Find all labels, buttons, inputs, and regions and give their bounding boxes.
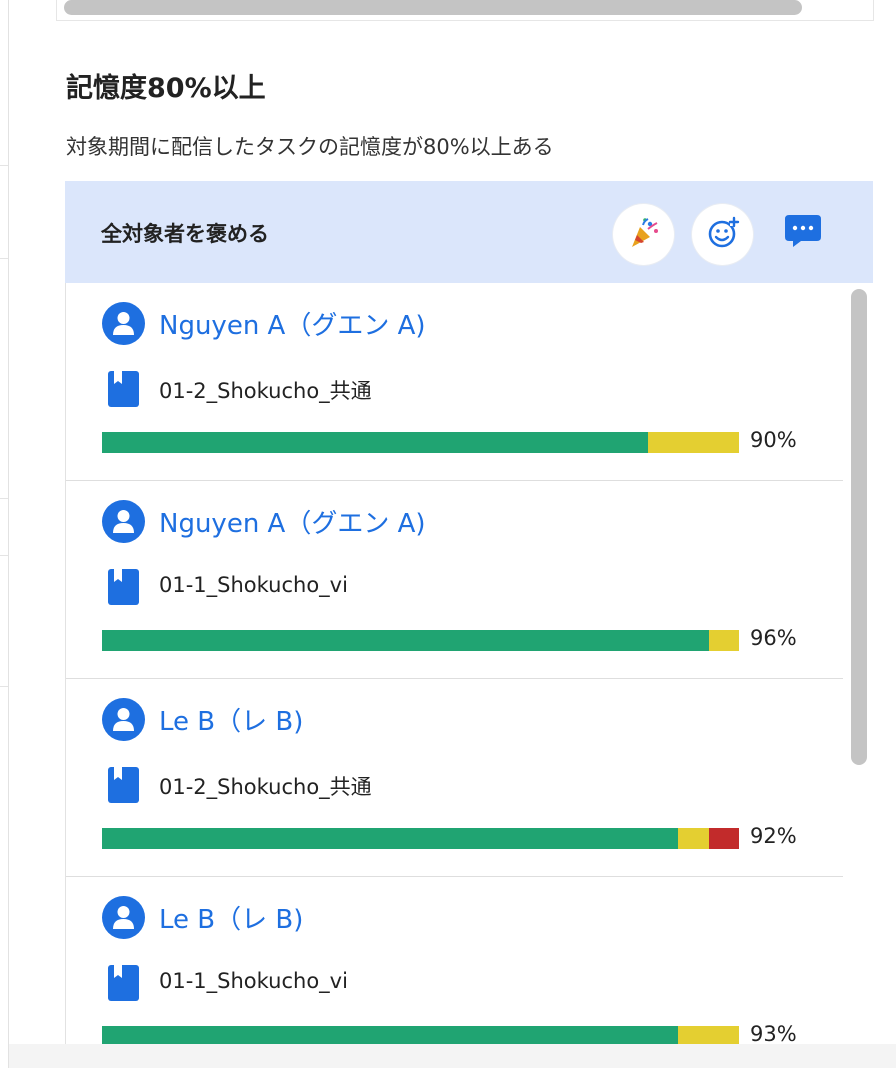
horizontal-scrollbar[interactable] <box>64 0 802 15</box>
book-icon <box>108 965 139 1001</box>
memory-progress-bar <box>102 432 739 453</box>
praise-all-bar: 全対象者を褒める <box>65 181 873 283</box>
memory-progress-bar <box>102 630 739 651</box>
praise-all-label: 全対象者を褒める <box>101 222 269 246</box>
bar-segment-green <box>102 828 679 849</box>
praise-target-list: Nguyen A（グエン A) 01-2_Shokucho_共通 90% Ngu… <box>65 283 845 1044</box>
party-popper-icon <box>626 215 662 255</box>
memory-progress-bar <box>102 1026 739 1044</box>
left-sidebar-edge <box>0 0 9 1068</box>
user-name-link[interactable]: Nguyen A（グエン A) <box>159 305 426 342</box>
user-avatar-icon <box>102 896 145 939</box>
memory-percent: 96% <box>750 626 797 650</box>
user-avatar-icon <box>102 698 145 741</box>
list-item: Nguyen A（グエン A) 01-2_Shokucho_共通 90% <box>66 283 844 481</box>
user-avatar-icon <box>102 302 145 345</box>
section-title: 記憶度80%以上 <box>66 73 266 104</box>
comment-button[interactable] <box>783 214 823 250</box>
party-reaction-button[interactable] <box>613 204 674 265</box>
task-name: 01-2_Shokucho_共通 <box>159 379 372 403</box>
list-item: Le B（レ B) 01-1_Shokucho_vi 93% <box>66 877 844 1044</box>
bar-segment-green <box>102 432 648 453</box>
vertical-scrollbar-track <box>843 283 873 1044</box>
memory-progress-bar <box>102 828 739 849</box>
book-icon <box>108 767 139 803</box>
bar-segment-yellow <box>709 630 739 651</box>
bar-segment-yellow <box>647 432 739 453</box>
comment-icon <box>783 212 823 252</box>
bar-segment-yellow <box>678 828 710 849</box>
memory-percent: 92% <box>750 824 797 848</box>
list-item: Nguyen A（グエン A) 01-1_Shokucho_vi 96% <box>66 481 844 679</box>
user-avatar-icon <box>102 500 145 543</box>
section-description: 対象期間に配信したタスクの記憶度が80%以上ある <box>66 135 554 159</box>
user-name-link[interactable]: Nguyen A（グエン A) <box>159 503 426 540</box>
user-name-link[interactable]: Le B（レ B) <box>159 701 303 738</box>
add-emoji-icon <box>705 215 741 255</box>
bar-segment-green <box>102 630 710 651</box>
memory-percent: 90% <box>750 428 797 452</box>
bar-segment-red <box>709 828 739 849</box>
memory-percent: 93% <box>750 1022 797 1044</box>
bar-segment-yellow <box>678 1026 739 1044</box>
book-icon <box>108 569 139 605</box>
task-name: 01-2_Shokucho_共通 <box>159 775 372 799</box>
vertical-scrollbar-thumb[interactable] <box>851 289 867 765</box>
book-icon <box>108 371 139 407</box>
bar-segment-green <box>102 1026 679 1044</box>
list-item: Le B（レ B) 01-2_Shokucho_共通 92% <box>66 679 844 877</box>
task-name: 01-1_Shokucho_vi <box>159 969 348 993</box>
user-name-link[interactable]: Le B（レ B) <box>159 899 303 936</box>
task-name: 01-1_Shokucho_vi <box>159 573 348 597</box>
add-emoji-button[interactable] <box>692 204 753 265</box>
